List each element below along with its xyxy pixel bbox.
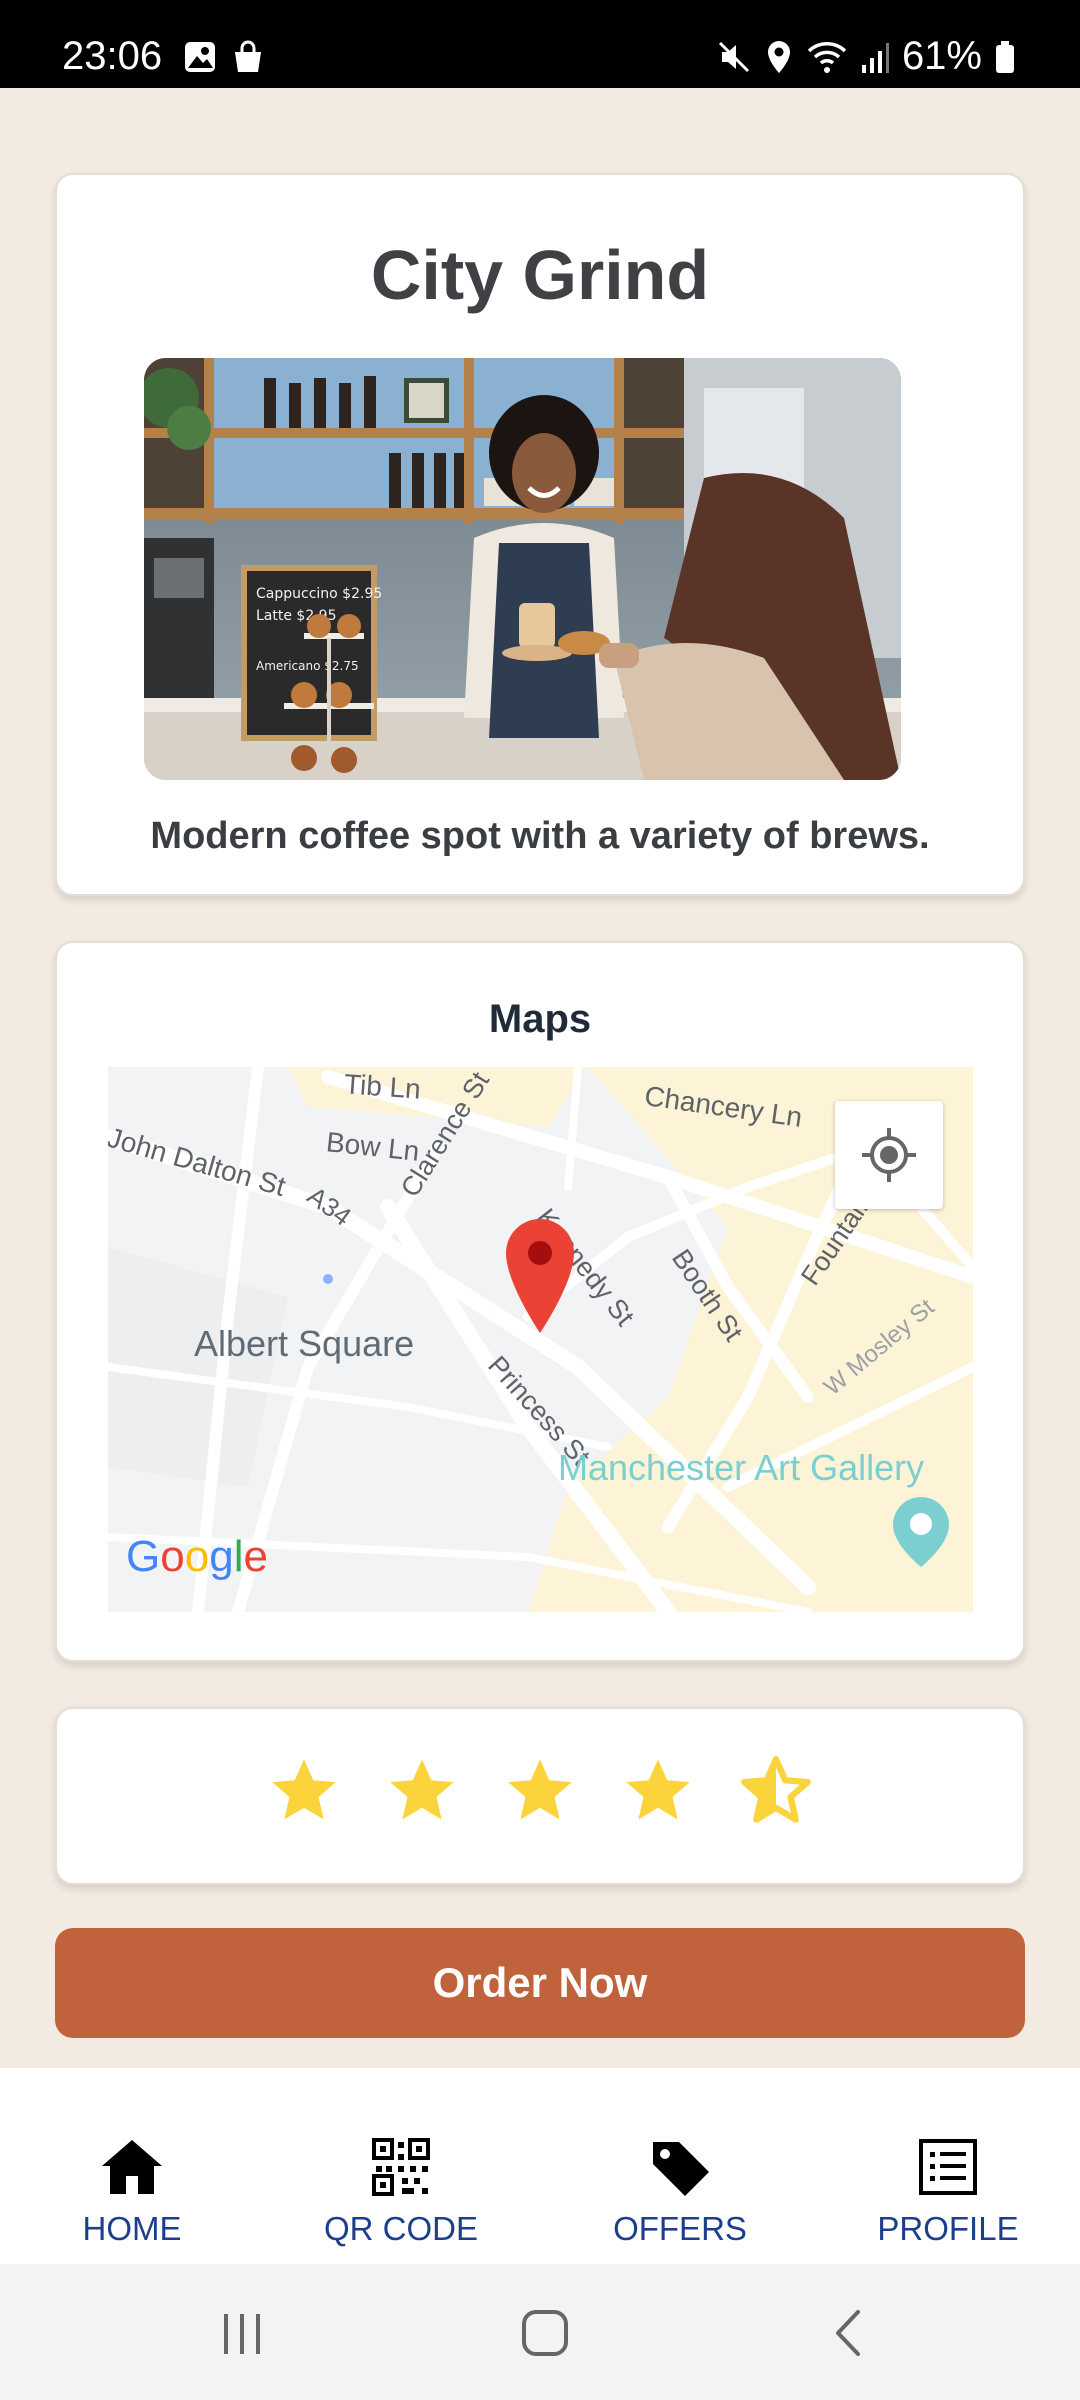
rating-card [55, 1707, 1025, 1885]
nav-item-home[interactable]: HOME [32, 2138, 232, 2248]
nav-item-offers[interactable]: OFFERS [580, 2138, 780, 2248]
nav-label-offers: OFFERS [613, 2210, 747, 2247]
battery-percentage: 61% [901, 34, 982, 78]
shop-info-card: City Grind Cappuccino $2.95 Latte $2.95 … [55, 173, 1025, 896]
status-bar: 23:06 61% [0, 0, 1080, 88]
system-nav-bar [0, 2264, 1080, 2400]
qr-code-icon [372, 2138, 430, 2196]
star-icon[interactable] [266, 1753, 342, 1829]
shopping-bag-icon [235, 40, 261, 72]
star-rating[interactable] [57, 1753, 1023, 1829]
wifi-icon [807, 41, 847, 73]
nav-label-qr-code: QR CODE [323, 2210, 478, 2247]
my-location-button[interactable] [835, 1101, 943, 1209]
nav-label-home: HOME [82, 2210, 182, 2247]
shop-description: Modern coffee spot with a variety of bre… [150, 815, 930, 857]
map-street-tib-ln: Tib Ln [343, 1068, 422, 1105]
battery-icon [996, 40, 1014, 73]
map-marker-icon[interactable] [504, 1217, 576, 1337]
gallery-icon [185, 42, 215, 72]
shop-photo: Cappuccino $2.95 Latte $2.95 Americano $… [144, 358, 901, 780]
order-now-button[interactable]: Order Now [55, 1928, 1025, 2038]
star-icon[interactable] [384, 1753, 460, 1829]
half-star-icon[interactable] [738, 1753, 814, 1829]
chalkboard-line-1: Cappuccino $2.95 [256, 586, 382, 602]
map-place-manchester-art-gallery: Manchester Art Gallery [558, 1447, 925, 1488]
crosshair-icon [862, 1128, 916, 1182]
status-time: 23:06 [62, 34, 163, 78]
svg-text:Google: Google [126, 1532, 268, 1581]
chalkboard-line-3: Americano $2.75 [256, 659, 359, 673]
signal-icon [861, 42, 889, 73]
tag-icon [653, 2142, 709, 2196]
star-icon[interactable] [502, 1753, 578, 1829]
shop-name: City Grind [370, 236, 710, 314]
map-place-albert-square: Albert Square [194, 1323, 415, 1364]
star-icon[interactable] [620, 1753, 696, 1829]
google-logo: Google [126, 1532, 268, 1581]
bottom-nav: HOME QR CODE OFFERS PROFILE [0, 2068, 1080, 2264]
nav-item-qr-code[interactable]: QR CODE [301, 2138, 501, 2248]
home-icon [102, 2140, 162, 2194]
recent-apps-icon[interactable] [218, 2308, 268, 2358]
maps-title: Maps [488, 997, 592, 1041]
nav-item-profile[interactable]: PROFILE [848, 2138, 1048, 2248]
maps-card: Maps Tib Ln Chancery Ln John Dalton St B… [55, 941, 1025, 1662]
home-circle-icon[interactable] [520, 2308, 570, 2358]
location-icon [767, 40, 790, 73]
nav-label-profile: PROFILE [877, 2210, 1019, 2247]
list-icon [919, 2139, 977, 2195]
mute-icon [718, 41, 749, 72]
back-icon[interactable] [824, 2308, 874, 2358]
map-view[interactable]: Tib Ln Chancery Ln John Dalton St Bow Ln… [108, 1067, 973, 1612]
